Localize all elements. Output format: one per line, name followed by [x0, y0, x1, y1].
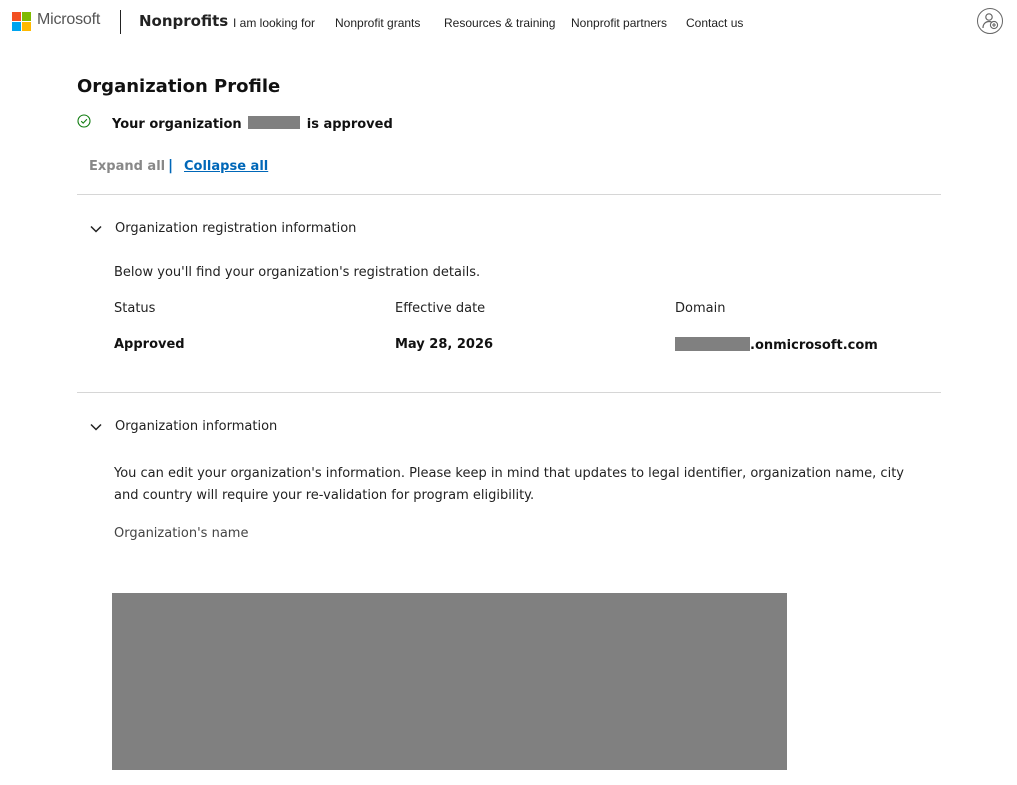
nav-nonprofit-partners[interactable]: Nonprofit partners [571, 16, 667, 30]
account-button[interactable] [977, 8, 1003, 34]
chevron-down-icon[interactable] [89, 222, 103, 236]
org-name-label: Organization's name [114, 526, 249, 541]
expand-collapse-separator: | [168, 158, 174, 174]
domain-label: Domain [675, 301, 726, 316]
redacted-org-name-field [112, 593, 787, 770]
chevron-down-icon[interactable] [89, 420, 103, 434]
nav-nonprofit-grants[interactable]: Nonprofit grants [335, 16, 420, 30]
approval-prefix: Your organization [112, 117, 242, 132]
check-circle-icon [77, 114, 91, 128]
domain-value: .onmicrosoft.com [675, 337, 878, 353]
status-label: Status [114, 301, 156, 316]
section-divider [77, 392, 941, 393]
status-value: Approved [114, 337, 185, 352]
domain-suffix: .onmicrosoft.com [750, 338, 878, 353]
expand-all-button[interactable]: Expand all [89, 159, 165, 174]
approval-suffix: is approved [306, 117, 393, 132]
account-add-icon [982, 13, 999, 30]
org-info-section-toggle[interactable]: Organization information [115, 419, 277, 434]
nav-i-am-looking-for[interactable]: I am looking for [233, 16, 315, 30]
section-divider [77, 194, 941, 195]
page-title: Organization Profile [77, 76, 281, 97]
redacted-domain [675, 337, 750, 351]
registration-description: Below you'll find your organization's re… [114, 265, 481, 280]
header-divider [120, 10, 121, 34]
collapse-all-button[interactable]: Collapse all [184, 159, 268, 174]
approval-status-message: Your organization is approved [112, 116, 393, 132]
registration-section-toggle[interactable]: Organization registration information [115, 221, 356, 236]
microsoft-logo-icon[interactable] [12, 12, 31, 31]
redacted-org-name [248, 116, 301, 129]
nav-contact-us[interactable]: Contact us [686, 16, 743, 30]
site-header: Microsoft Nonprofits I am looking for No… [0, 0, 1017, 46]
nav-resources-training[interactable]: Resources & training [444, 16, 555, 30]
brand-name[interactable]: Microsoft [37, 11, 100, 29]
site-title[interactable]: Nonprofits [139, 12, 228, 30]
org-info-description: You can edit your organization's informa… [114, 466, 904, 503]
effective-date-label: Effective date [395, 301, 486, 316]
effective-date-value: May 28, 2026 [395, 337, 494, 352]
